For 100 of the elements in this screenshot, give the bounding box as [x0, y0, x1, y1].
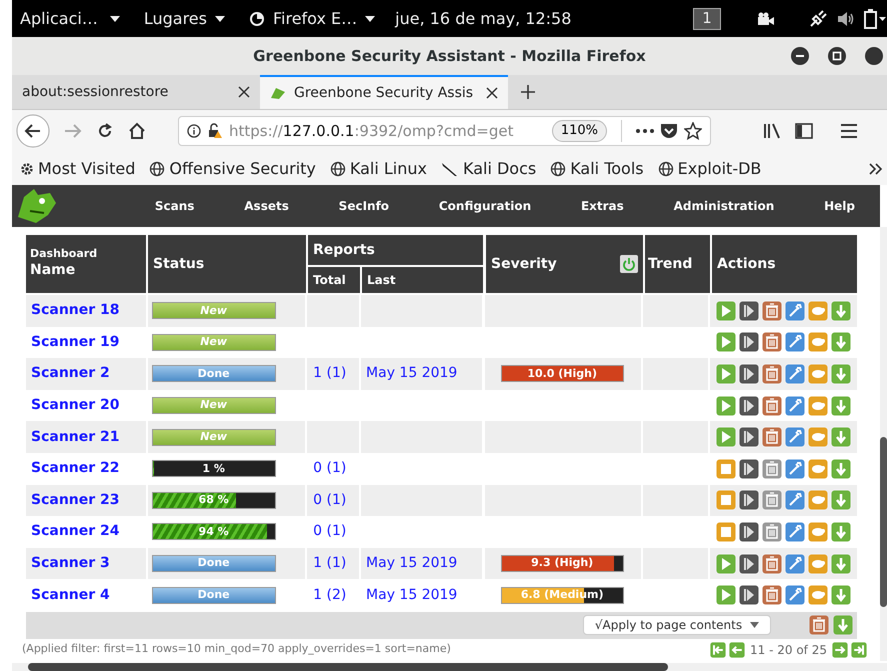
app-menu[interactable]: Firefox E…: [240, 6, 384, 30]
trash-icon[interactable]: [762, 332, 782, 352]
minimize-icon[interactable]: [791, 47, 809, 65]
report-count-link[interactable]: 0 (1): [313, 521, 346, 542]
resume-icon[interactable]: [739, 490, 760, 510]
wrench-icon[interactable]: [785, 554, 806, 574]
library-icon[interactable]: [763, 123, 781, 139]
resume-icon[interactable]: [739, 585, 760, 606]
download-icon[interactable]: [831, 427, 852, 448]
resume-icon[interactable]: [739, 458, 760, 479]
resume-icon[interactable]: [739, 332, 760, 352]
wrench-icon[interactable]: [785, 458, 806, 479]
wrench-icon[interactable]: [785, 300, 806, 321]
home-icon[interactable]: [128, 122, 146, 140]
download-icon[interactable]: [833, 615, 853, 636]
back-icon[interactable]: [16, 114, 50, 148]
trash-icon[interactable]: [762, 364, 782, 384]
browser-tab[interactable]: Greenbone Security Assis: [260, 75, 508, 109]
scanner-link[interactable]: Scanner 24: [31, 521, 120, 542]
pager-arrow-icon[interactable]: [851, 642, 867, 658]
column-header[interactable]: Severity: [486, 235, 643, 293]
nav-menu-item[interactable]: Help: [824, 197, 855, 215]
report-date-link[interactable]: May 15 2019: [366, 363, 458, 384]
download-icon[interactable]: [831, 490, 852, 510]
workspace-indicator[interactable]: 1: [693, 8, 721, 30]
download-icon[interactable]: [831, 300, 852, 321]
nav-menu-item[interactable]: Administration: [674, 197, 774, 215]
bookmark-link[interactable]: Most Visited: [20, 156, 136, 180]
column-header[interactable]: Status: [148, 235, 306, 293]
report-count-link[interactable]: 1 (1): [313, 553, 346, 574]
resume-icon[interactable]: [739, 427, 760, 448]
resume-icon[interactable]: [739, 300, 760, 321]
sheep-icon[interactable]: [808, 364, 828, 384]
close-tab-icon[interactable]: [238, 86, 250, 98]
trash-icon[interactable]: [762, 585, 782, 606]
bookmark-link[interactable]: Exploit-DB: [658, 156, 762, 180]
download-icon[interactable]: [831, 364, 852, 384]
resume-icon[interactable]: [739, 364, 760, 384]
report-count-link[interactable]: 1 (1): [313, 363, 346, 384]
nav-menu-item[interactable]: Scans: [154, 197, 194, 215]
download-icon[interactable]: [831, 585, 852, 606]
resume-icon[interactable]: [739, 396, 760, 416]
scanner-link[interactable]: Scanner 21: [31, 426, 120, 448]
sheep-icon[interactable]: [808, 554, 828, 574]
bookmark-link[interactable]: Offensive Security: [149, 156, 316, 180]
chevron-icon[interactable]: [869, 162, 883, 174]
resume-icon[interactable]: [739, 522, 760, 542]
trash-icon[interactable]: [762, 490, 782, 510]
star-icon[interactable]: [684, 122, 702, 140]
download-icon[interactable]: [831, 396, 852, 416]
wrench-icon[interactable]: [785, 332, 806, 352]
horizontal-scrollbar[interactable]: [12, 663, 887, 671]
download-icon[interactable]: [831, 522, 852, 542]
trash-icon[interactable]: [762, 396, 782, 416]
maximize-icon[interactable]: [828, 47, 846, 65]
places-menu[interactable]: Lugares: [136, 6, 233, 30]
scanner-link[interactable]: Scanner 3: [31, 553, 110, 574]
bulk-action-select[interactable]: √Apply to page contents: [583, 615, 771, 636]
pager-arrow-icon[interactable]: [710, 642, 726, 658]
wrench-icon[interactable]: [785, 427, 806, 448]
scanner-link[interactable]: Scanner 19: [31, 332, 120, 353]
power-icon[interactable]: [620, 255, 638, 273]
report-date-link[interactable]: May 15 2019: [366, 553, 458, 574]
scanner-link[interactable]: Scanner 4: [31, 584, 110, 606]
report-count-link[interactable]: 0 (1): [313, 490, 346, 511]
wrench-icon[interactable]: [785, 364, 806, 384]
sheep-icon[interactable]: [808, 396, 828, 416]
applications-menu[interactable]: Aplicaci…: [12, 6, 128, 30]
wrench-icon[interactable]: [785, 522, 806, 542]
download-icon[interactable]: [831, 458, 852, 479]
download-icon[interactable]: [831, 332, 852, 352]
report-count-link[interactable]: 0 (1): [313, 458, 346, 480]
sheep-icon[interactable]: [808, 585, 828, 606]
sidebar-icon[interactable]: [795, 123, 813, 139]
bookmark-link[interactable]: Kali Linux: [330, 156, 427, 180]
bookmark-link[interactable]: Kali Docs: [440, 156, 536, 180]
scanner-link[interactable]: Scanner 23: [31, 490, 120, 511]
nav-menu-item[interactable]: Extras: [580, 197, 624, 215]
wrench-icon[interactable]: [785, 585, 806, 606]
trash-icon[interactable]: [762, 554, 782, 574]
sheep-icon[interactable]: [808, 522, 828, 542]
trash-icon[interactable]: [809, 615, 829, 636]
bookmark-link[interactable]: Kali Tools: [550, 156, 644, 180]
scanner-link[interactable]: Scanner 2: [31, 363, 110, 384]
pocket-icon[interactable]: [660, 123, 678, 139]
report-count-link[interactable]: 1 (2): [313, 584, 346, 606]
trash-icon[interactable]: [762, 300, 782, 321]
download-icon[interactable]: [831, 554, 852, 574]
sheep-icon[interactable]: [808, 332, 828, 352]
resume-icon[interactable]: [739, 554, 760, 574]
browser-tab[interactable]: about:sessionrestore: [12, 75, 260, 109]
wrench-icon[interactable]: [785, 396, 806, 416]
report-date-link[interactable]: May 15 2019: [366, 584, 458, 606]
menu-icon[interactable]: [841, 124, 857, 138]
zoom-level[interactable]: 110%: [552, 120, 607, 142]
sheep-icon[interactable]: [808, 458, 828, 479]
column-header[interactable]: Last: [362, 267, 483, 293]
scanner-link[interactable]: Scanner 22: [31, 458, 120, 480]
reload-icon[interactable]: [96, 122, 114, 140]
column-header[interactable]: Trend: [645, 235, 710, 293]
